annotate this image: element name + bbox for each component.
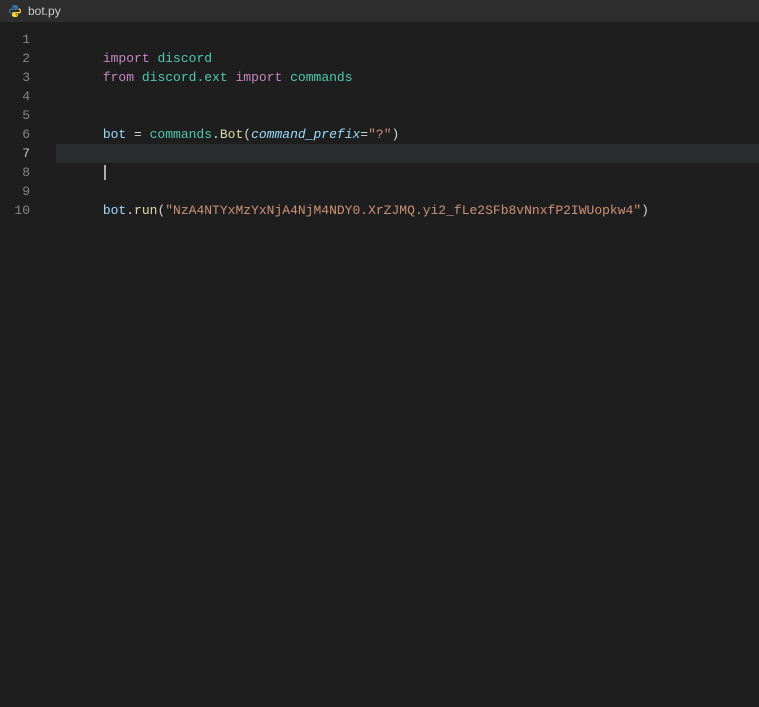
line-num-8: 8 [0, 163, 30, 182]
code-line-5: bot = commands.Bot(command_prefix="?") [56, 106, 759, 125]
line-num-2: 2 [0, 49, 30, 68]
editor-container: 1 2 3 4 5 6 7 8 9 10 import discord from… [0, 22, 759, 707]
line-num-5: 5 [0, 106, 30, 125]
line-num-4: 4 [0, 87, 30, 106]
code-line-8 [56, 163, 759, 182]
code-line-2: from discord.ext import commands [56, 49, 759, 68]
python-icon [8, 4, 22, 18]
line-num-10: 10 [0, 201, 30, 220]
code-line-10 [56, 201, 759, 220]
code-line-1: import discord [56, 30, 759, 49]
line-num-3: 3 [0, 68, 30, 87]
filename-label: bot.py [28, 4, 61, 18]
code-area[interactable]: import discord from discord.ext import c… [40, 22, 759, 707]
line-numbers: 1 2 3 4 5 6 7 8 9 10 [0, 22, 40, 707]
code-line-4 [56, 87, 759, 106]
code-line-3 [56, 68, 759, 87]
code-line-9: bot.run("NzA4NTYxMzYxNjA4NjM4NDY0.XrZJMQ… [56, 182, 759, 201]
line-num-7: 7 [0, 144, 30, 163]
line-num-6: 6 [0, 125, 30, 144]
code-line-6 [56, 125, 759, 144]
title-bar: bot.py [0, 0, 759, 22]
line-num-1: 1 [0, 30, 30, 49]
line-num-9: 9 [0, 182, 30, 201]
code-line-7 [56, 144, 759, 163]
